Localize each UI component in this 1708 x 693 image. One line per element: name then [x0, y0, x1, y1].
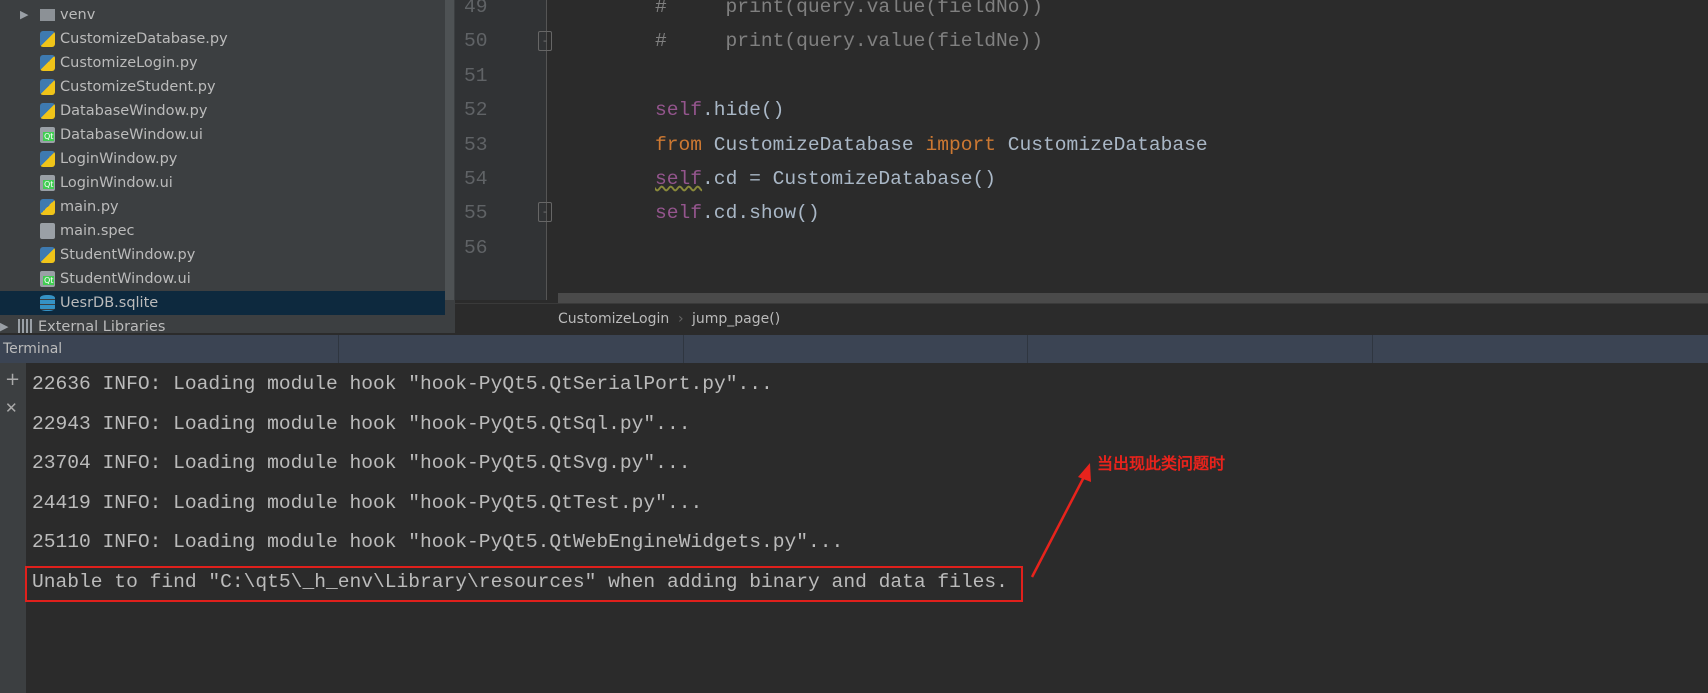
folder-icon [40, 9, 55, 21]
tree-item[interactable]: LoginWindow.ui [0, 171, 445, 195]
line-number: 49 [464, 0, 488, 18]
terminal-line: 22943 INFO: Loading module hook "hook-Py… [32, 412, 691, 435]
tree-item[interactable]: CustomizeStudent.py [0, 75, 445, 99]
qt-ui-file-icon [40, 271, 55, 287]
code-token: CustomizeDatabase [713, 133, 926, 156]
library-icon [18, 319, 33, 333]
tree-item-label: main.spec [60, 223, 135, 239]
line-number: 55 [464, 202, 488, 225]
code-token: .cd.show() [702, 202, 820, 225]
python-file-icon [40, 247, 55, 263]
code-token: CustomizeDatabase [1007, 133, 1208, 156]
breadcrumb-class[interactable]: CustomizeLogin [558, 304, 669, 334]
code-token: import [925, 133, 1008, 156]
tree-item[interactable]: CustomizeLogin.py [0, 51, 445, 75]
expand-arrow-icon[interactable]: ▶ [0, 315, 8, 333]
tree-item-label: venv [60, 7, 96, 23]
code-line: # print(query.value(fieldNe)) [655, 30, 1043, 52]
terminal-title[interactable]: Terminal [3, 341, 62, 357]
tree-item-label: External Libraries [38, 319, 166, 333]
expand-arrow-icon[interactable]: ▶ [20, 3, 28, 27]
line-number: 50 [464, 30, 488, 53]
terminal-line: 22636 INFO: Loading module hook "hook-Py… [32, 373, 773, 395]
code-token: .cd = CustomizeDatabase() [702, 168, 997, 190]
line-number: 51 [464, 64, 488, 87]
code-token: self [655, 202, 703, 225]
code-token: self [655, 168, 703, 190]
python-file-icon [40, 103, 55, 119]
code-token: from [655, 133, 714, 156]
tree-item[interactable]: UesrDB.sqlite [0, 291, 445, 315]
code-token: self [655, 99, 703, 122]
python-file-icon [40, 31, 55, 47]
add-terminal-icon[interactable]: + [5, 369, 20, 390]
highlight-box [25, 566, 1023, 602]
tree-item[interactable]: LoginWindow.py [0, 147, 445, 171]
code-line: self.cd.show() [655, 202, 820, 224]
python-file-icon [40, 199, 55, 215]
python-file-icon [40, 55, 55, 71]
annotation-text: 当出现此类问题时 [1097, 454, 1226, 473]
tree-item-label: LoginWindow.py [60, 151, 178, 167]
tree-item-label: StudentWindow.py [60, 247, 196, 263]
breadcrumb-method[interactable]: jump_page() [692, 304, 780, 334]
code-line: # print(query.value(fieldNo)) [655, 0, 1043, 18]
qt-ui-file-icon [40, 175, 55, 191]
close-terminal-icon[interactable]: ✕ [5, 399, 18, 417]
line-number: 52 [464, 99, 488, 122]
breadcrumb-separator-icon: › [678, 311, 684, 327]
terminal-header: Terminal [0, 335, 1708, 363]
tree-item[interactable]: DatabaseWindow.ui [0, 123, 445, 147]
project-tree-scrollbar[interactable] [445, 0, 454, 300]
text-file-icon [40, 223, 55, 239]
fold-marker-icon[interactable]: - [538, 202, 552, 222]
code-line: self.cd = CustomizeDatabase() [655, 168, 996, 190]
code-line: from CustomizeDatabase import CustomizeD… [655, 134, 1208, 156]
tree-item[interactable]: DatabaseWindow.py [0, 99, 445, 123]
tree-item-label: LoginWindow.ui [60, 175, 173, 191]
breadcrumb: CustomizeLogin › jump_page() [455, 303, 1708, 333]
code-token: # print(query.value(fieldNe)) [655, 30, 1044, 53]
project-tree: ▶ venv CustomizeDatabase.py CustomizeLogin.… [0, 0, 455, 333]
editor-horizontal-scrollbar[interactable] [558, 293, 1708, 303]
tree-item-label: main.py [60, 199, 119, 215]
tree-item-label: UesrDB.sqlite [60, 295, 159, 311]
tree-item[interactable]: CustomizeDatabase.py [0, 27, 445, 51]
tree-item[interactable]: StudentWindow.ui [0, 267, 445, 291]
tree-item[interactable]: main.py [0, 195, 445, 219]
code-token: .hide() [702, 99, 785, 122]
tree-item-label: StudentWindow.ui [60, 271, 191, 287]
terminal-line: 24419 INFO: Loading module hook "hook-Py… [32, 491, 703, 514]
annotation-arrow-icon [1030, 463, 1091, 578]
code-token: # print(query.value(fieldNo)) [655, 0, 1044, 18]
fold-marker-icon[interactable]: - [538, 31, 552, 51]
tree-item-label: CustomizeDatabase.py [60, 31, 228, 47]
python-file-icon [40, 79, 55, 95]
database-icon [40, 295, 55, 311]
terminal-line: 25110 INFO: Loading module hook "hook-Py… [32, 531, 844, 553]
terminal-toolbar: + ✕ [0, 363, 26, 693]
code-line: self.hide() [655, 99, 784, 121]
qt-ui-file-icon [40, 127, 55, 143]
tree-item[interactable]: StudentWindow.py [0, 243, 445, 267]
tree-item-label: CustomizeLogin.py [60, 55, 198, 71]
line-number: 54 [464, 168, 488, 190]
terminal-line: 23704 INFO: Loading module hook "hook-Py… [32, 452, 691, 474]
tree-item-label: CustomizeStudent.py [60, 79, 216, 95]
line-number: 56 [464, 236, 488, 259]
line-number: 53 [464, 133, 488, 156]
tree-item[interactable]: ▶ venv [0, 3, 445, 27]
tree-item-label: DatabaseWindow.py [60, 103, 208, 119]
python-file-icon [40, 151, 55, 167]
tree-item-label: DatabaseWindow.ui [60, 127, 203, 143]
tree-item[interactable]: ▶ External Libraries [0, 315, 445, 333]
tree-item[interactable]: main.spec [0, 219, 445, 243]
